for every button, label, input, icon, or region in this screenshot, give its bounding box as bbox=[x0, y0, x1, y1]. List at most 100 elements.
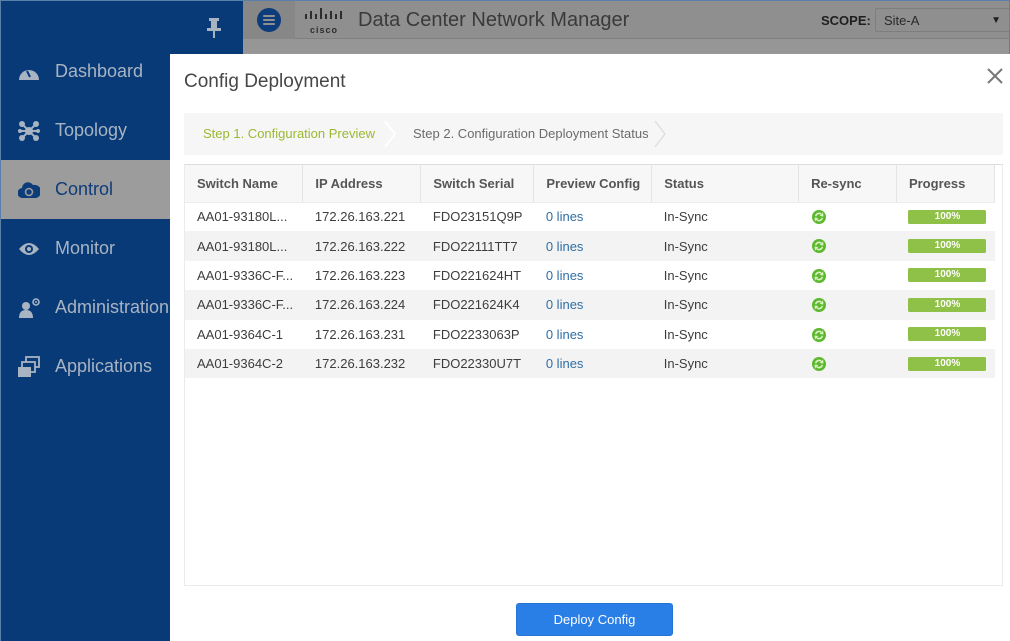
resync-icon[interactable] bbox=[811, 238, 827, 254]
switch-name: AA01-93180L... bbox=[197, 238, 288, 254]
preview-config-link[interactable]: 0 lines bbox=[546, 327, 584, 342]
resync-icon[interactable] bbox=[811, 356, 827, 372]
table-header-row: Switch Name IP Address Switch Serial Pre… bbox=[185, 165, 996, 203]
preview-config-link[interactable]: 0 lines bbox=[546, 239, 584, 254]
deploy-config-button[interactable]: Deploy Config bbox=[516, 603, 673, 636]
switch-name-cell: AA01-9364C-1 bbox=[185, 319, 303, 349]
ip-address: 172.26.163.232 bbox=[314, 356, 406, 372]
progress-label: 100% bbox=[934, 357, 961, 369]
sidebar-item-label: Monitor bbox=[55, 238, 116, 258]
resync-cell bbox=[798, 319, 897, 349]
switch-name: AA01-9364C-1 bbox=[197, 326, 283, 342]
sidebar-item-label: Topology bbox=[55, 120, 128, 140]
modal-title: Config Deployment bbox=[184, 71, 346, 92]
resync-icon[interactable] bbox=[811, 297, 827, 313]
sidebar-item-label: Administration bbox=[55, 297, 170, 317]
hamburger-icon bbox=[257, 8, 281, 32]
preview-config-link[interactable]: 0 lines bbox=[546, 268, 584, 283]
column-header-resync[interactable]: Re-sync bbox=[798, 165, 897, 203]
progress-label: 100% bbox=[934, 298, 961, 310]
progress-label: 100% bbox=[934, 210, 961, 222]
app-header: cisco Data Center Network Manager SCOPE:… bbox=[243, 1, 1010, 39]
column-header-ip-address[interactable]: IP Address bbox=[302, 165, 422, 203]
switch-serial: FDO2233063P bbox=[432, 326, 520, 342]
scope-value: Site-A bbox=[884, 13, 920, 28]
applications-windows-icon bbox=[17, 355, 41, 379]
table-row[interactable]: AA01-9364C-1 172.26.163.231 FDO2233063P … bbox=[185, 319, 995, 349]
switch-serial-cell: FDO22330U7T bbox=[420, 348, 534, 379]
ip-address: 172.26.163.222 bbox=[314, 238, 406, 254]
table-row[interactable]: AA01-93180L... 172.26.163.221 FDO23151Q9… bbox=[185, 202, 995, 232]
close-icon[interactable] bbox=[985, 66, 1005, 86]
eye-icon bbox=[17, 237, 41, 261]
resync-icon[interactable] bbox=[811, 327, 827, 343]
resync-icon[interactable] bbox=[811, 268, 827, 284]
header-subbar bbox=[243, 39, 1009, 53]
status-text: In-Sync bbox=[663, 297, 708, 313]
scope-select[interactable]: Site-A ▼ bbox=[875, 8, 1010, 32]
resync-cell bbox=[798, 202, 897, 232]
scope-label: SCOPE: bbox=[821, 13, 871, 28]
ip-address-cell: 172.26.163.221 bbox=[302, 202, 421, 232]
switch-name-cell: AA01-9364C-2 bbox=[185, 348, 303, 379]
step-separator-chevron-icon bbox=[384, 120, 396, 148]
progress-bar: 100% bbox=[908, 209, 987, 224]
progress-label: 100% bbox=[934, 328, 961, 340]
table-row[interactable]: AA01-9364C-2 172.26.163.232 FDO22330U7T … bbox=[185, 348, 995, 379]
preview-config-link[interactable]: 0 lines bbox=[546, 209, 584, 224]
status-text: In-Sync bbox=[663, 238, 708, 254]
main-menu-button[interactable] bbox=[243, 1, 295, 39]
dashboard-gauge-icon bbox=[17, 60, 41, 84]
status-cell: In-Sync bbox=[651, 202, 799, 232]
column-header-switch-serial[interactable]: Switch Serial bbox=[420, 165, 535, 203]
switch-serial-cell: FDO221624HT bbox=[420, 260, 534, 291]
ip-address: 172.26.163.224 bbox=[314, 297, 406, 313]
ip-address-cell: 172.26.163.224 bbox=[302, 290, 421, 320]
table-row[interactable]: AA01-9336C-F... 172.26.163.223 FDO221624… bbox=[185, 260, 995, 291]
column-header-status[interactable]: Status bbox=[651, 165, 800, 203]
switch-serial: FDO221624K4 bbox=[432, 297, 520, 313]
ip-address-cell: 172.26.163.232 bbox=[302, 348, 421, 379]
status-cell: In-Sync bbox=[651, 290, 799, 320]
topology-icon bbox=[17, 119, 41, 143]
wizard-steps: Step 1. Configuration Preview Step 2. Co… bbox=[184, 113, 1003, 155]
switch-name-cell: AA01-93180L... bbox=[185, 231, 303, 261]
progress-bar: 100% bbox=[908, 327, 987, 342]
switch-name: AA01-9336C-F... bbox=[197, 297, 294, 313]
progress-label: 100% bbox=[934, 269, 961, 281]
resync-icon[interactable] bbox=[811, 209, 827, 225]
sidebar-item-label: Dashboard bbox=[55, 61, 144, 81]
switch-serial: FDO22330U7T bbox=[432, 356, 522, 372]
preview-config-link[interactable]: 0 lines bbox=[546, 297, 584, 312]
switch-serial-cell: FDO22111TT7 bbox=[420, 231, 534, 261]
resync-cell bbox=[798, 231, 897, 261]
column-header-progress[interactable]: Progress bbox=[896, 165, 996, 203]
preview-config-link[interactable]: 0 lines bbox=[546, 356, 584, 371]
progress-bar: 100% bbox=[908, 297, 987, 312]
progress-cell: 100% bbox=[896, 260, 995, 291]
switch-name: AA01-9336C-F... bbox=[197, 267, 294, 283]
table-row[interactable]: AA01-93180L... 172.26.163.222 FDO22111TT… bbox=[185, 231, 995, 261]
progress-bar: 100% bbox=[908, 356, 987, 371]
ip-address: 172.26.163.231 bbox=[314, 326, 406, 342]
ip-address: 172.26.163.221 bbox=[314, 209, 406, 225]
cisco-logo: cisco bbox=[303, 7, 345, 35]
preview-config-cell: 0 lines bbox=[533, 231, 652, 261]
resync-cell bbox=[798, 290, 897, 320]
switch-serial-cell: FDO2233063P bbox=[420, 319, 534, 349]
column-header-preview-config[interactable]: Preview Config bbox=[533, 165, 653, 203]
control-cloud-icon bbox=[17, 178, 41, 202]
resync-cell bbox=[798, 260, 897, 291]
preview-config-cell: 0 lines bbox=[533, 290, 652, 320]
column-header-switch-name[interactable]: Switch Name bbox=[185, 165, 304, 203]
pin-icon[interactable] bbox=[205, 17, 223, 39]
table-row[interactable]: AA01-9336C-F... 172.26.163.224 FDO221624… bbox=[185, 290, 995, 320]
switch-name-cell: AA01-9336C-F... bbox=[185, 290, 303, 320]
progress-cell: 100% bbox=[896, 290, 995, 320]
step-configuration-preview[interactable]: Step 1. Configuration Preview bbox=[203, 126, 375, 141]
progress-cell: 100% bbox=[896, 231, 995, 261]
switch-table: Switch Name IP Address Switch Serial Pre… bbox=[185, 165, 996, 379]
preview-config-cell: 0 lines bbox=[533, 202, 652, 232]
step-deployment-status[interactable]: Step 2. Configuration Deployment Status bbox=[413, 126, 649, 141]
status-cell: In-Sync bbox=[651, 260, 799, 291]
